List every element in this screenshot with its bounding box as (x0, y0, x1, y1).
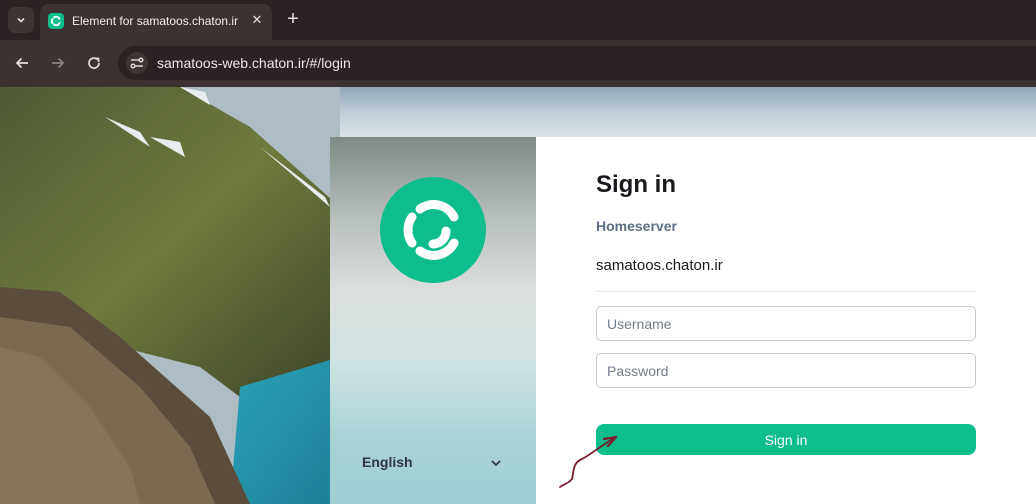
auth-brand-panel: English (330, 137, 536, 504)
element-logo-icon (380, 177, 486, 283)
page-title: Sign in (596, 171, 676, 198)
chevron-down-icon (488, 455, 504, 471)
tab-search-chevron-icon[interactable] (8, 7, 34, 33)
tab-close-icon[interactable]: ✕ (248, 11, 266, 29)
element-favicon-icon (48, 13, 64, 29)
tab-title: Element for samatoos.chaton.ir (72, 14, 239, 28)
address-bar[interactable]: samatoos-web.chaton.ir/#/login (118, 46, 1036, 80)
username-placeholder: Username (607, 316, 672, 332)
url-text[interactable]: samatoos-web.chaton.ir/#/login (157, 55, 351, 71)
new-tab-icon[interactable]: + (282, 8, 304, 30)
language-label: English (362, 454, 413, 470)
background-mountain-image (0, 87, 340, 504)
forward-arrow-icon[interactable] (46, 51, 70, 75)
homeserver-label: Homeserver (596, 218, 677, 234)
password-field[interactable]: Password (596, 353, 976, 388)
username-field[interactable]: Username (596, 306, 976, 341)
site-info-icon[interactable] (126, 52, 148, 74)
back-arrow-icon[interactable] (10, 51, 34, 75)
password-placeholder: Password (607, 363, 669, 379)
reload-icon[interactable] (82, 51, 106, 75)
sign-in-button[interactable]: Sign in (596, 424, 976, 455)
annotation-arrow-icon (559, 435, 618, 488)
language-dropdown[interactable]: English (362, 452, 504, 474)
browser-tab-active[interactable]: Element for samatoos.chaton.ir ✕ (40, 4, 272, 40)
browser-tabstrip: Element for samatoos.chaton.ir ✕ + (0, 0, 1036, 40)
page-viewport: English Sign in Homeserver samatoos.chat… (0, 87, 1036, 504)
browser-toolbar: samatoos-web.chaton.ir/#/login (0, 40, 1036, 87)
divider (596, 291, 976, 292)
homeserver-value: samatoos.chaton.ir (596, 257, 723, 274)
